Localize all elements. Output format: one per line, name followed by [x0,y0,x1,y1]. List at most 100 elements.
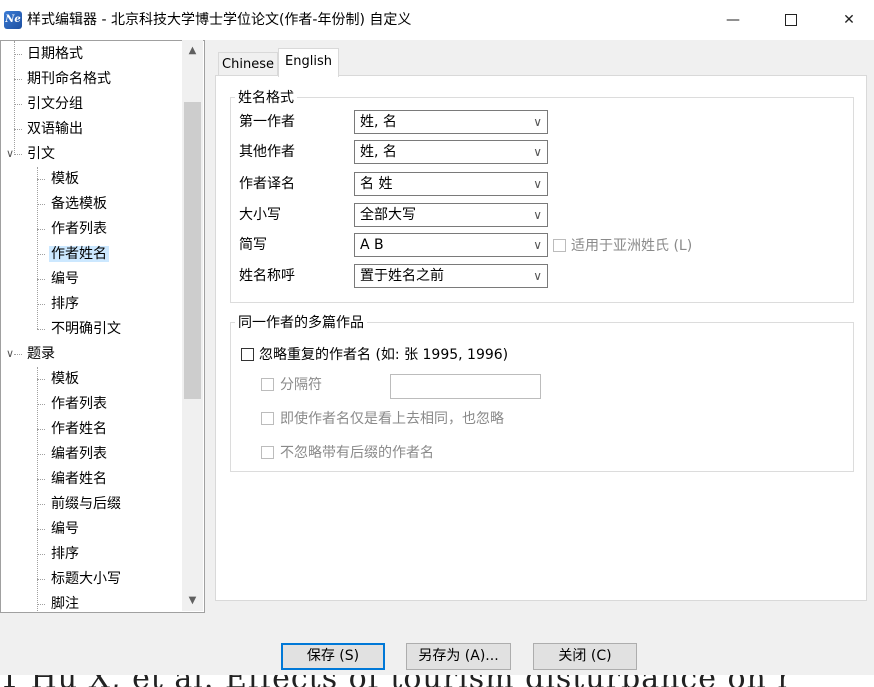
tree-item[interactable]: 作者姓名 [49,242,109,266]
tree-item[interactable]: 引文分组 [25,92,85,116]
tree-item-label: 作者姓名 [49,246,109,262]
tree-item[interactable]: 编号 [49,267,81,291]
chevron-down-icon: ∨ [533,238,542,252]
tree-item[interactable]: 题录 [25,342,57,366]
tree-item[interactable]: 作者列表 [49,217,109,241]
save-button[interactable]: 保存 (S) [281,643,385,670]
tree-connector [37,504,45,505]
tab-chinese[interactable]: Chinese [218,52,278,76]
tree-item-label: 脚注 [51,596,79,612]
separator-input[interactable] [390,374,541,399]
multiple-works-group-label: 同一作者的多篇作品 [235,314,367,332]
tree-guide [14,41,15,153]
tree-item-label: 引文分组 [27,96,83,112]
tree-connector [37,454,45,455]
tree-item-label: 排序 [51,296,79,312]
tree-item[interactable]: 排序 [49,292,81,316]
close-window-button[interactable]: ✕ [820,0,874,40]
tree-connector [37,304,45,305]
background-document: 1 Hu X, et al. Effects of tourism distur… [0,675,874,687]
tree-connector [37,579,45,580]
omit-similar-names-label: 即使作者名仅是看上去相同，也忽略 [280,411,504,427]
tree-item[interactable]: 作者姓名 [49,417,109,441]
close-button[interactable]: 关闭 (C) [533,643,637,670]
tree-item[interactable]: 不明确引文 [49,317,123,341]
name-format-group-label: 姓名格式 [235,89,297,107]
separator-label: 分隔符 [280,377,322,393]
tree-item[interactable]: 作者列表 [49,392,109,416]
tree-item[interactable]: 引文 [25,142,57,166]
dropdown-value: A B [360,237,384,253]
tree-item-label: 作者姓名 [51,421,107,437]
background-document-text: 1 Hu X, et al. Effects of tourism distur… [0,675,874,687]
tree-item[interactable]: 前缀与后缀 [49,492,123,516]
title-bar: Ne 样式编辑器 - 北京科技大学博士学位论文(作者-年份制) 自定义 — ✕ [0,0,874,40]
name-format-dropdown[interactable]: 全部大写 ∨ [354,203,548,227]
dropdown-value: 名 姓 [360,176,393,192]
tree-item[interactable]: 编号 [49,517,81,541]
name-format-dropdown[interactable]: 姓, 名 ∨ [354,110,548,134]
tree-connector [37,479,45,480]
app-logo-icon: Ne [4,11,22,29]
name-format-row-label: 其他作者 [239,144,295,160]
chevron-down-icon: ∨ [533,145,542,159]
omit-repeated-authors-checkbox[interactable] [241,348,254,361]
tree-connector [14,79,22,80]
tree-item[interactable]: 日期格式 [25,42,85,66]
close-icon: ✕ [843,12,855,28]
tree-item-label: 编号 [51,271,79,287]
tree-connector [37,379,45,380]
tree-connector [37,204,45,205]
keep-suffix-names-checkbox[interactable] [261,446,274,459]
chevron-down-icon: ∨ [533,177,542,191]
tree-item[interactable]: 期刊命名格式 [25,67,113,91]
tree-item[interactable]: 备选模板 [49,192,109,216]
scroll-down-icon[interactable]: ▼ [182,592,203,609]
chevron-down-icon: ∨ [533,208,542,222]
tree-guide [37,367,38,612]
tree-item[interactable]: 模板 [49,167,81,191]
name-format-dropdown[interactable]: 名 姓 ∨ [354,172,548,196]
tree-item-label: 编号 [51,521,79,537]
category-tree[interactable]: 日期格式 期刊命名格式 引文分组 双语输出 引文 ∨ 模板 备选模板 作者列表 作者姓名 编号 排序不… [0,40,205,613]
tree-item[interactable]: 模板 [49,367,81,391]
name-format-row-label: 姓名称呼 [239,268,295,284]
asian-names-label: 适用于亚洲姓氏 (L) [571,238,693,254]
tree-item-label: 编者列表 [51,446,107,462]
tree-connector [37,329,45,330]
name-format-dropdown[interactable]: A B ∨ [354,233,548,257]
tree-scrollbar[interactable]: ▲ ▼ [182,40,203,611]
tree-item[interactable]: 编者列表 [49,442,109,466]
name-format-dropdown[interactable]: 姓, 名 ∨ [354,140,548,164]
tree-item[interactable]: 双语输出 [25,117,85,141]
tree-item[interactable]: 排序 [49,542,81,566]
minimize-icon: — [726,12,740,28]
scroll-thumb[interactable] [184,102,201,399]
tree-item-label: 作者列表 [51,396,107,412]
tree-item-label: 排序 [51,546,79,562]
name-format-dropdown[interactable]: 置于姓名之前 ∨ [354,264,548,288]
maximize-icon [785,14,797,26]
tree-item[interactable]: 编者姓名 [49,467,109,491]
tab-english[interactable]: English [278,48,339,77]
omit-similar-names-checkbox[interactable] [261,412,274,425]
tree-item-label: 前缀与后缀 [51,496,121,512]
asian-names-checkbox[interactable] [553,239,566,252]
expand-chevron-icon[interactable]: ∨ [4,348,16,360]
tree-item-label: 题录 [27,346,55,362]
tree-connector [37,279,45,280]
save-as-button[interactable]: 另存为 (A)... [406,643,511,670]
omit-repeated-authors-label: 忽略重复的作者名 (如: 张 1995, 1996) [259,347,509,363]
minimize-button[interactable]: — [704,0,762,40]
tree-item[interactable]: 标题大小写 [49,567,123,591]
maximize-button[interactable] [762,0,820,40]
chevron-down-icon: ∨ [533,115,542,129]
scroll-up-icon[interactable]: ▲ [182,42,203,59]
separator-checkbox[interactable] [261,378,274,391]
name-format-row-label: 作者译名 [239,176,295,192]
tree-connector [37,404,45,405]
tree-guide [37,167,38,329]
tree-connector [14,54,22,55]
tree-item[interactable]: 脚注 [49,592,81,612]
tree-connector [37,254,45,255]
